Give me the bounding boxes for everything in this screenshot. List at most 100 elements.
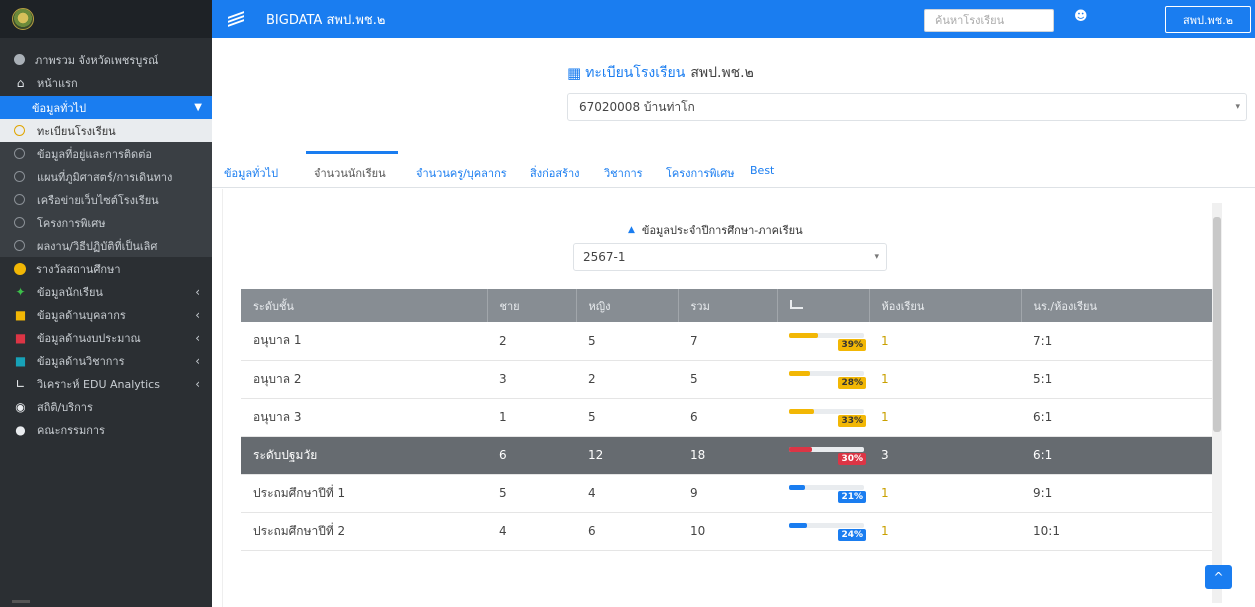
cell-female: 2 [588, 372, 596, 386]
sidebar-item-awards[interactable]: รางวัลสถานศึกษา [0, 257, 212, 280]
sidebar-item-analytics[interactable]: ∟ วิเคราะห์ EDU Analytics ‹ [0, 372, 212, 395]
chevron-left-icon: ‹ [195, 307, 200, 322]
panel-title: ▲ ข้อมูลประจำปีการศึกษา-ภาคเรียน [628, 221, 803, 239]
cell-male: 1 [499, 410, 507, 424]
scroll-to-top-button[interactable]: ^ [1205, 565, 1232, 589]
sidebar-item-label: รางวัลสถานศึกษา [36, 262, 121, 276]
cell-ratio: 6:1 [1033, 410, 1053, 424]
sidebar-item-website[interactable]: เครือข่ายเว็บไซต์โรงเรียน [0, 188, 212, 211]
cell-ratio: 5:1 [1033, 372, 1053, 386]
active-tab-indicator [306, 151, 398, 154]
scrollbar-thumb[interactable] [1213, 217, 1221, 432]
tab-special-projects[interactable]: โครงการพิเศษ [666, 164, 735, 182]
caret-up-icon: ▲ [628, 225, 635, 235]
percent-badge: 28% [838, 377, 866, 389]
progress-bar: 33% [789, 406, 866, 428]
cell-ratio: 6:1 [1033, 448, 1053, 462]
logo[interactable] [12, 8, 34, 30]
school-icon: ▦ [567, 64, 582, 82]
cell-female: 6 [588, 524, 596, 538]
percent-badge: 33% [838, 415, 866, 427]
tab-best[interactable]: Best [750, 164, 774, 177]
student-panel: ▲ ข้อมูลประจำปีการศึกษา-ภาคเรียน 2567-1 … [222, 189, 1232, 607]
sidebar-item-label: ข้อมูลนักเรียน [37, 285, 103, 299]
sidebar-item-label: ข้อมูลด้านวิชาการ [37, 354, 125, 368]
tab-academic[interactable]: วิชาการ [604, 164, 643, 182]
cell-male: 6 [499, 448, 507, 462]
sidebar-item-home[interactable]: ⌂ หน้าแรก [0, 71, 212, 94]
progress-fill [789, 332, 819, 338]
header-female[interactable]: หญิง [576, 289, 679, 322]
cell-percent: 39% [777, 322, 869, 360]
sidebar-item-contact[interactable]: ข้อมูลที่อยู่และการติดต่อ [0, 142, 212, 165]
cell-total: 9 [690, 486, 698, 500]
chevron-left-icon: ‹ [195, 353, 200, 368]
circle-icon [14, 194, 25, 205]
menu-icon[interactable] [228, 11, 246, 27]
home-icon: ⌂ [16, 75, 25, 90]
percent-badge: 24% [838, 529, 866, 541]
header-male[interactable]: ชาย [487, 289, 577, 322]
sidebar-item-budget[interactable]: ■ ข้อมูลด้านงบประมาณ ‹ [0, 326, 212, 349]
tab-buildings[interactable]: สิ่งก่อสร้าง [530, 164, 580, 182]
cell-level: อนุบาล 3 [253, 409, 302, 424]
chevron-down-icon: ▼ [194, 102, 202, 113]
sidebar-item-statistics[interactable]: ◉ สถิติ/บริการ [0, 395, 212, 418]
award-icon [14, 262, 26, 275]
page-title-prefix: ทะเบียนโรงเรียน [585, 65, 686, 81]
progress-bar: 28% [789, 368, 866, 390]
app-title: BIGDATA สพป.พช.๒ [266, 12, 386, 28]
user-icon[interactable]: ☻ [1074, 9, 1088, 24]
cell-female: 5 [588, 333, 596, 348]
cell-percent: 28% [777, 360, 869, 398]
sidebar-item-students[interactable]: ✦ ข้อมูลนักเรียน ‹ [0, 280, 212, 303]
cell-total: 6 [690, 410, 698, 424]
cell-rooms: 1 [881, 333, 889, 348]
sidebar-group-general[interactable]: ข้อมูลทั่วไป ▼ [0, 96, 212, 119]
sidebar-item-academic[interactable]: ■ ข้อมูลด้านวิชาการ ‹ [0, 349, 212, 372]
sidebar-item-best-practice[interactable]: ผลงาน/วิธีปฏิบัติที่เป็นเลิศ [0, 234, 212, 257]
cell-level: ประถมศึกษาปีที่ 1 [253, 485, 346, 500]
header-ratio[interactable]: นร./ห้องเรียน [1021, 289, 1218, 322]
progress-bar: 24% [789, 520, 866, 542]
school-select[interactable]: 67020008 บ้านท่าโก ▾ [567, 93, 1247, 121]
sidebar-item-committee[interactable]: ● คณะกรรมการ [0, 418, 212, 441]
cell-rooms: 1 [881, 524, 889, 538]
sidebar-item-label: แผนที่ภูมิศาสตร์/การเดินทาง [37, 170, 173, 184]
chevron-left-icon: ‹ [195, 376, 200, 391]
chevron-left-icon: ‹ [195, 330, 200, 345]
sidebar-item-map[interactable]: แผนที่ภูมิศาสตร์/การเดินทาง [0, 165, 212, 188]
chart-icon: ∟ [15, 376, 26, 391]
cell-total: 7 [690, 333, 698, 348]
tab-students[interactable]: จำนวนนักเรียน [314, 164, 386, 182]
percent-badge: 39% [838, 338, 866, 351]
cell-ratio: 10:1 [1033, 524, 1060, 538]
sidebar-item-overview[interactable]: ภาพรวม จังหวัดเพชรบูรณ์ [0, 48, 212, 71]
search-input[interactable] [924, 9, 1054, 32]
header-total[interactable]: รวม [678, 289, 778, 322]
circle-icon [14, 125, 25, 136]
term-select[interactable]: 2567-1 ▾ [573, 243, 887, 271]
table-row: ระดับปฐมวัย 6 12 18 30% 3 6:1 [241, 436, 1218, 474]
sidebar-footer [12, 600, 30, 603]
table-row: ประถมศึกษาปีที่ 2 4 6 10 24% 1 10:1 [241, 512, 1218, 550]
sidebar-item-staff[interactable]: ■ ข้อมูลด้านบุคลากร ‹ [0, 303, 212, 326]
percent-badge: 21% [838, 491, 866, 503]
student-icon: ✦ [15, 284, 26, 299]
cell-rooms: 3 [881, 448, 889, 462]
user-button[interactable]: สพป.พช.๒ [1165, 6, 1251, 33]
sidebar-item-label: ข้อมูลด้านงบประมาณ [37, 331, 141, 345]
header-level[interactable]: ระดับชั้น [241, 289, 488, 322]
cell-female: 12 [588, 448, 604, 462]
tab-staff[interactable]: จำนวนครู/บุคลากร [416, 164, 507, 182]
tab-general[interactable]: ข้อมูลทั่วไป [224, 164, 278, 182]
cell-total: 5 [690, 372, 698, 386]
circle-icon [14, 240, 25, 251]
header-rooms[interactable]: ห้องเรียน [869, 289, 1022, 322]
sidebar-item-school-registry[interactable]: ทะเบียนโรงเรียน [0, 119, 212, 142]
sidebar: ภาพรวม จังหวัดเพชรบูรณ์ ⌂ หน้าแรก ข้อมูล… [0, 0, 212, 607]
scrollbar[interactable] [1212, 203, 1222, 603]
cell-ratio: 9:1 [1033, 486, 1053, 500]
header-percent[interactable] [777, 289, 870, 322]
sidebar-item-special-projects[interactable]: โครงการพิเศษ [0, 211, 212, 234]
